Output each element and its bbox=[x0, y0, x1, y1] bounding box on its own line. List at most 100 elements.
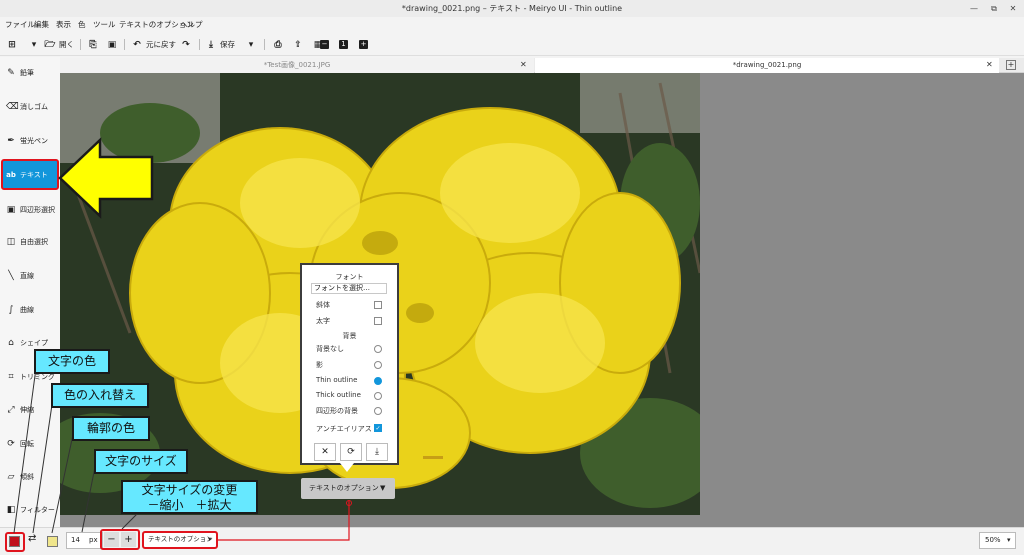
bold-checkbox[interactable] bbox=[374, 317, 382, 325]
tool-label: 自由選択 bbox=[20, 238, 48, 246]
callout-size-change-line2: －縮小 ＋拡大 bbox=[147, 498, 232, 512]
share-button[interactable]: ⇪ bbox=[292, 38, 304, 51]
scale-icon: ⤢ bbox=[7, 405, 15, 415]
redo-button[interactable]: ↷ bbox=[180, 38, 192, 51]
text-color-swatch[interactable] bbox=[9, 536, 20, 547]
chevron-down-icon: ▾ bbox=[208, 535, 212, 543]
text-options-dropdown[interactable]: テキストのオプション ▾ bbox=[142, 531, 218, 549]
text-options-menu-button[interactable]: テキストのオプション ▼ bbox=[301, 478, 395, 499]
crop-icon: ⌗ bbox=[8, 372, 14, 382]
tool-eraser[interactable]: ⌫ 消しゴム bbox=[3, 94, 59, 120]
bg-thin-outline-label: Thin outline bbox=[316, 376, 358, 384]
close-tab-icon[interactable]: ✕ bbox=[986, 60, 993, 69]
callout-swap-colors: 色の入れ替え bbox=[51, 383, 149, 408]
paste-icon: ▣ bbox=[107, 39, 117, 50]
refresh-button[interactable]: ⟳ bbox=[340, 443, 362, 461]
print-icon: ⎙ bbox=[274, 39, 282, 50]
toolbar: ⊞ ▾ 🗁 開く ⎘ ▣ ↶ 元に戻す ↷ ⤓ 保存 ▾ ⎙ ⇪ ▦ − 1 + bbox=[0, 32, 1024, 56]
bg-thin-outline-radio[interactable] bbox=[374, 377, 382, 385]
maximize-icon[interactable]: ⧉ bbox=[988, 3, 1000, 14]
plus-icon: + bbox=[359, 40, 368, 49]
separator bbox=[199, 39, 200, 50]
text-options-dropdown-label: テキストのオプション bbox=[148, 535, 213, 543]
size-1-button[interactable]: 1 bbox=[339, 38, 348, 51]
close-icon[interactable]: ✕ bbox=[1007, 3, 1019, 14]
tool-rotate[interactable]: ⟳ 回転 bbox=[3, 431, 59, 457]
antialias-label: アンチエイリアス bbox=[316, 425, 372, 433]
print-preview-button[interactable]: ⎘ bbox=[87, 38, 99, 51]
bg-shadow-radio[interactable] bbox=[374, 361, 382, 369]
font-size-value: 14 bbox=[71, 536, 80, 544]
bg-none-radio[interactable] bbox=[374, 345, 382, 353]
bg-rectangle-label: 四辺形の背景 bbox=[316, 407, 358, 415]
bg-rectangle-radio[interactable] bbox=[374, 407, 382, 415]
bg-shadow-label: 影 bbox=[316, 361, 323, 369]
menu-view[interactable]: 表示 bbox=[56, 19, 71, 30]
rotate-icon: ⟳ bbox=[7, 439, 15, 449]
tool-highlighter[interactable]: ✒ 蛍光ペン bbox=[3, 128, 59, 154]
tools-sidebar: ✎ 鉛筆 ⌫ 消しゴム ✒ 蛍光ペン ab テキスト ▣ 四辺形選択 ◫ 自由選択 ╲ 直線 … bbox=[0, 57, 60, 527]
close-icon: ✕ bbox=[321, 447, 329, 457]
tool-skew[interactable]: ▱ 傾斜 bbox=[3, 464, 59, 490]
undo-label: 元に戻す bbox=[146, 40, 176, 49]
chevron-down-icon: ▾ bbox=[31, 39, 37, 50]
chevron-down-icon: ▾ bbox=[248, 39, 254, 50]
swap-colors-icon[interactable]: ⇄ bbox=[28, 533, 36, 544]
paste-button[interactable]: ▣ bbox=[106, 38, 118, 51]
tool-filter[interactable]: ◧ フィルター bbox=[3, 497, 59, 523]
cancel-button[interactable]: ✕ bbox=[314, 443, 336, 461]
rect-select-icon: ▣ bbox=[6, 205, 16, 215]
close-tab-icon[interactable]: ✕ bbox=[520, 60, 527, 69]
menu-help[interactable]: ヘルプ bbox=[180, 19, 203, 30]
tool-rect-select[interactable]: ▣ 四辺形選択 bbox=[3, 197, 59, 223]
italic-checkbox[interactable] bbox=[374, 301, 382, 309]
bold-label: 太字 bbox=[316, 317, 330, 325]
menu-color[interactable]: 色 bbox=[78, 19, 86, 30]
tool-pencil[interactable]: ✎ 鉛筆 bbox=[3, 60, 59, 86]
new-button[interactable]: ⊞ bbox=[6, 38, 18, 51]
menu-edit[interactable]: 編集 bbox=[34, 19, 49, 30]
outline-color-swatch[interactable] bbox=[47, 536, 58, 547]
size-decrease-button[interactable]: − bbox=[320, 38, 329, 51]
decrease-size-button[interactable]: − bbox=[104, 532, 119, 547]
menu-tools[interactable]: ツール bbox=[93, 19, 116, 30]
one-icon: 1 bbox=[339, 40, 348, 49]
undo-icon: ↶ bbox=[133, 39, 141, 50]
tool-label: 消しゴム bbox=[20, 103, 48, 111]
undo-button[interactable]: ↶ 元に戻す bbox=[131, 38, 176, 51]
menu-file[interactable]: ファイル bbox=[5, 19, 35, 30]
size-increase-button[interactable]: + bbox=[359, 38, 368, 51]
chevron-down-icon: ▾ bbox=[1007, 536, 1011, 544]
tool-curve[interactable]: ∫ 曲線 bbox=[3, 297, 59, 323]
window-title: *drawing_0021.png – テキスト - Meiryo UI - T… bbox=[401, 4, 623, 13]
print-button[interactable]: ⎙ bbox=[272, 38, 284, 51]
new-tab-icon[interactable]: + bbox=[1006, 60, 1016, 70]
antialias-checkbox[interactable]: ✓ bbox=[374, 424, 382, 432]
tab-test-image[interactable]: *Test画像_0021.JPG bbox=[60, 58, 534, 73]
zoom-dropdown[interactable]: 50% ▾ bbox=[979, 532, 1016, 549]
bg-thick-outline-radio[interactable] bbox=[374, 392, 382, 400]
tool-label: シェイプ bbox=[20, 339, 48, 347]
tool-line[interactable]: ╲ 直線 bbox=[3, 263, 59, 289]
increase-size-button[interactable]: + bbox=[121, 532, 136, 547]
folder-icon: 🗁 bbox=[44, 39, 56, 50]
apply-button[interactable]: ⤓ bbox=[366, 443, 388, 461]
tool-label: 傾斜 bbox=[20, 473, 34, 481]
tool-free-select[interactable]: ◫ 自由選択 bbox=[3, 229, 59, 255]
tab-drawing[interactable]: *drawing_0021.png bbox=[535, 58, 999, 73]
tool-label: 直線 bbox=[20, 272, 34, 280]
font-select-button[interactable]: フォントを選択… bbox=[311, 283, 387, 294]
curve-icon: ∫ bbox=[8, 305, 14, 315]
separator bbox=[80, 39, 81, 50]
tool-text[interactable]: ab テキスト bbox=[1, 159, 59, 190]
separator bbox=[124, 39, 125, 50]
minimize-icon[interactable]: — bbox=[968, 3, 980, 14]
bg-none-label: 背景なし bbox=[316, 345, 344, 353]
font-size-field[interactable]: 14 px bbox=[66, 532, 103, 549]
save-dropdown-button[interactable]: ▾ bbox=[245, 38, 257, 51]
new-dropdown-button[interactable]: ▾ bbox=[28, 38, 40, 51]
callout-size-change-line1: 文字サイズの変更 bbox=[141, 483, 238, 497]
open-button[interactable]: 🗁 開く bbox=[44, 38, 74, 51]
save-button[interactable]: ⤓ 保存 bbox=[205, 38, 235, 51]
filter-icon: ◧ bbox=[6, 505, 16, 515]
